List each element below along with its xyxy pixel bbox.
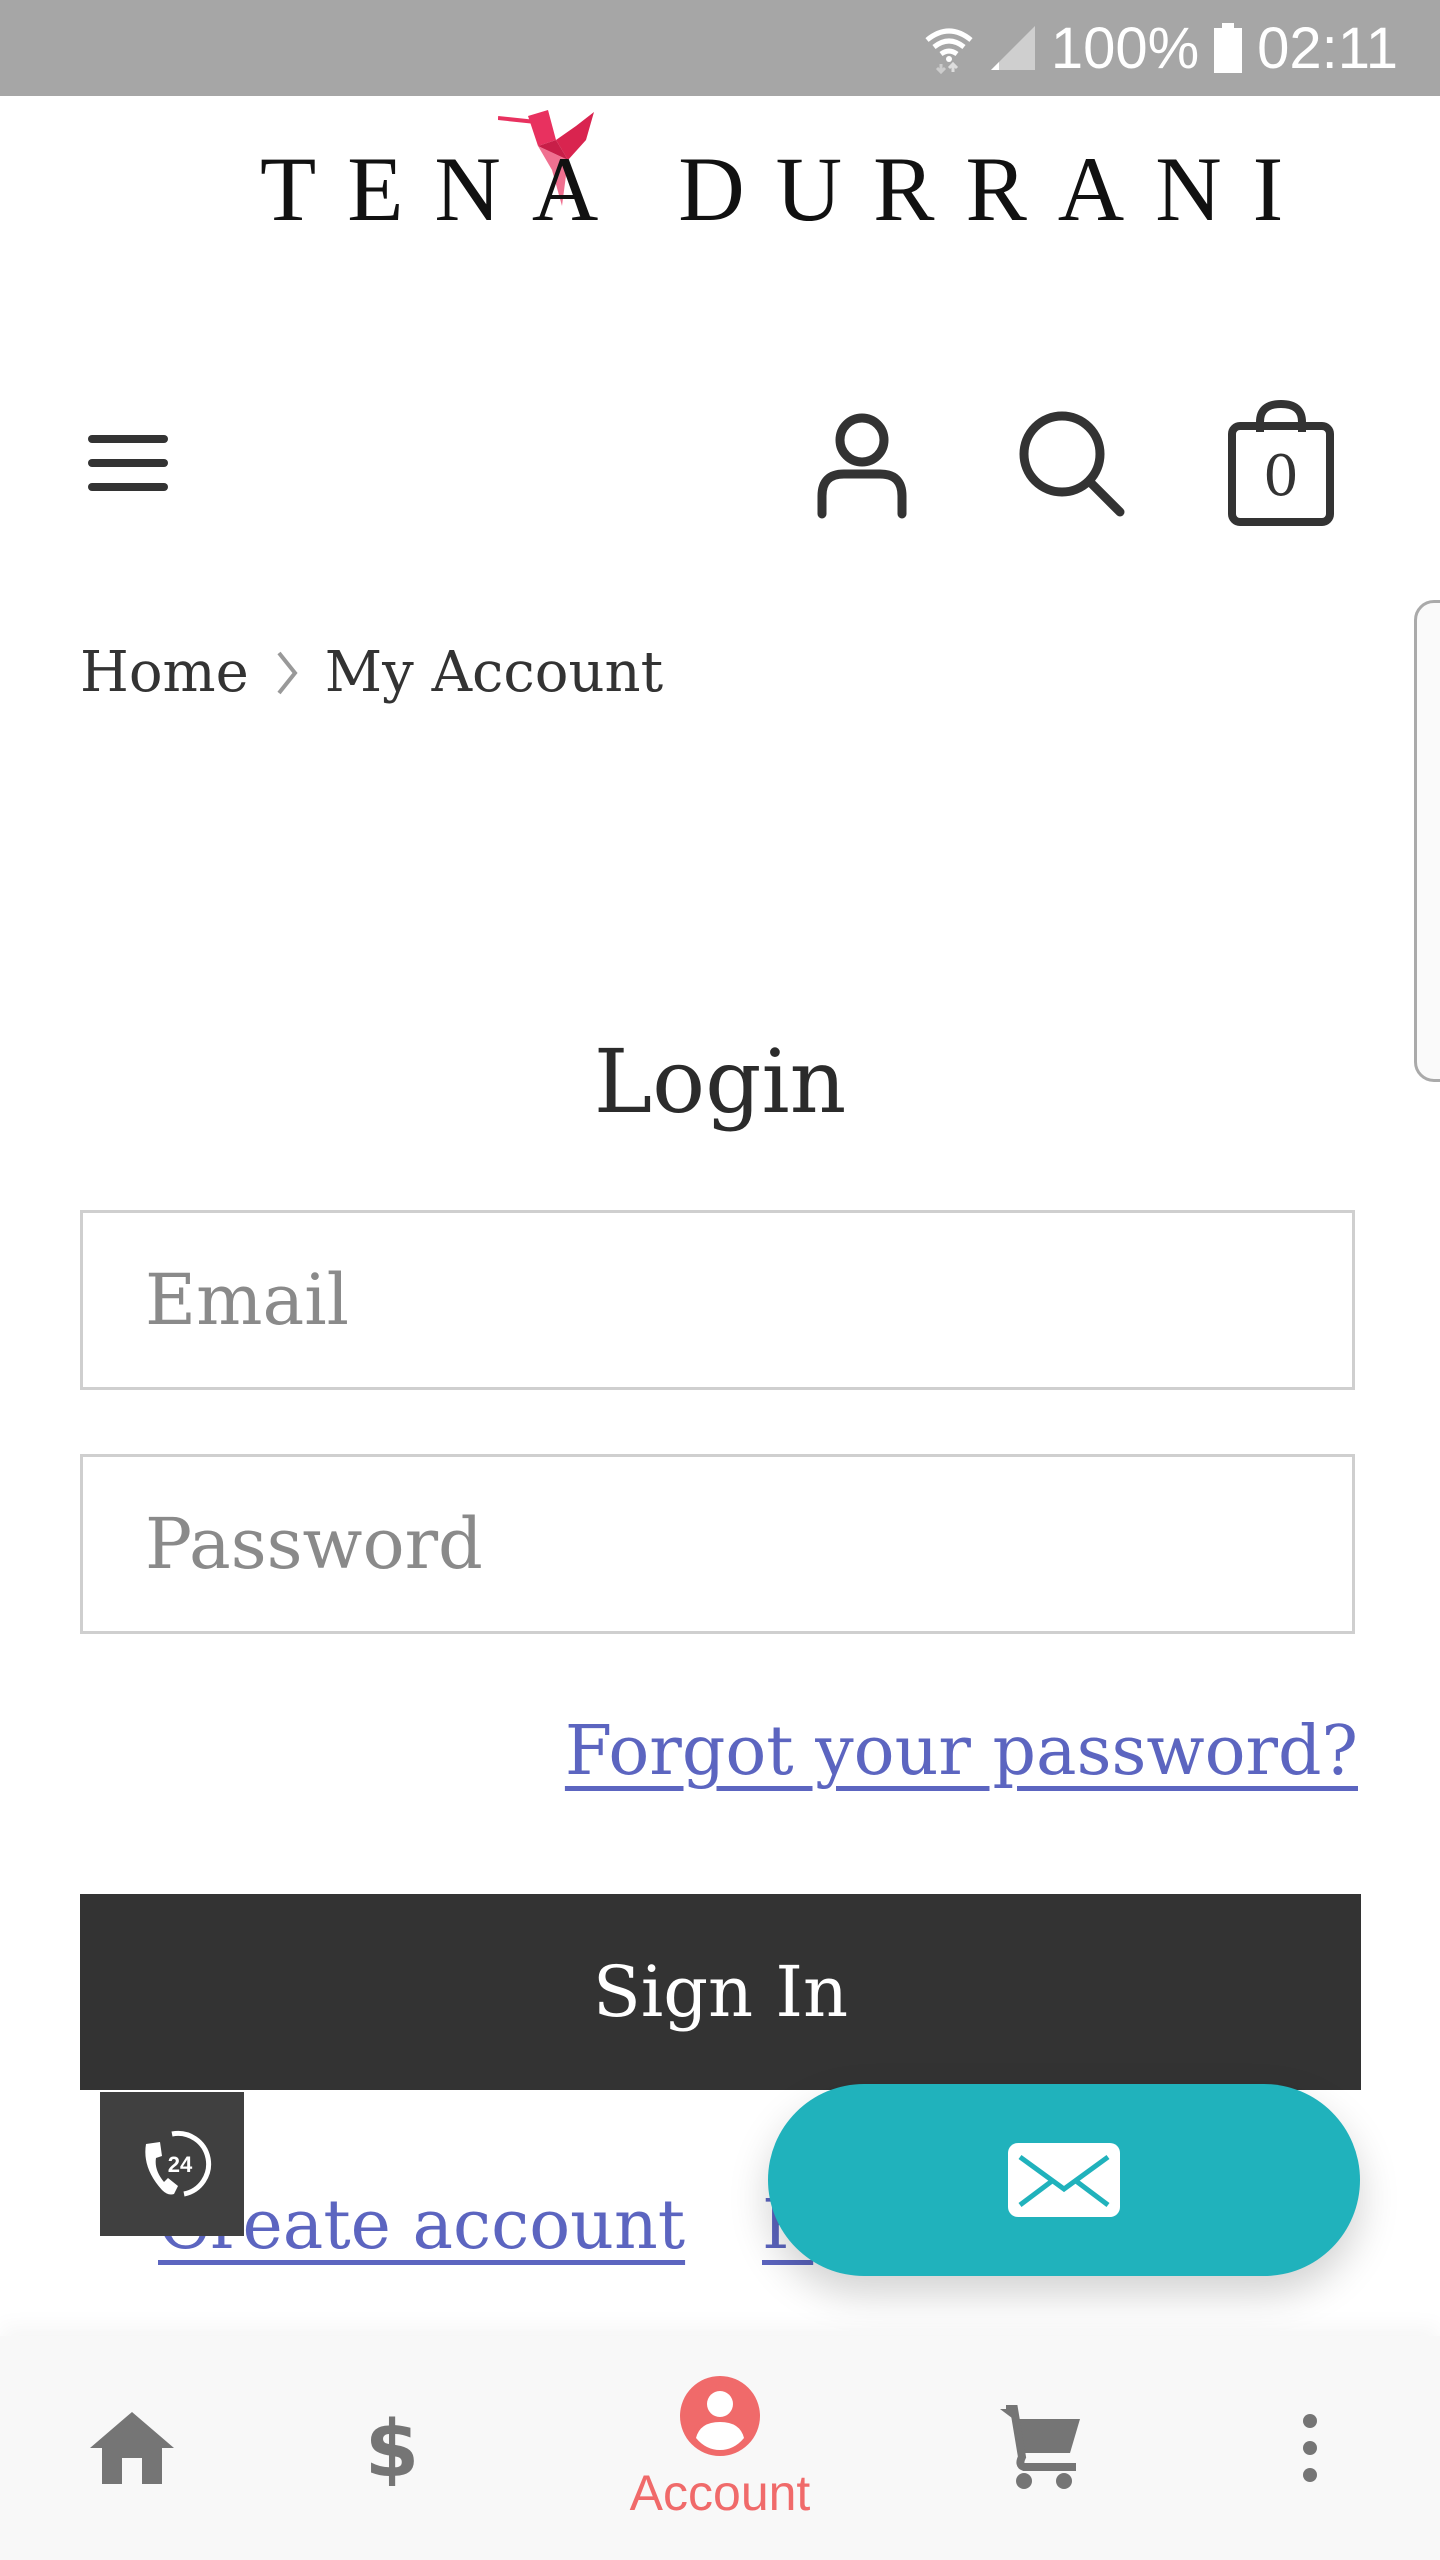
nav-more[interactable] [1280, 2336, 1340, 2560]
home-icon [90, 2412, 174, 2484]
cart-icon [1000, 2405, 1080, 2489]
side-drawer-handle[interactable] [1414, 600, 1440, 1082]
status-bar: 100% 02:11 [0, 0, 1440, 96]
account-circle-icon [680, 2376, 760, 2456]
cart-count: 0 [1263, 444, 1299, 509]
email-field[interactable] [80, 1210, 1355, 1390]
account-icon[interactable] [812, 410, 912, 524]
nav-pricing[interactable]: $ [350, 2336, 434, 2560]
mail-icon [1008, 2143, 1120, 2217]
brand-name: TENA DURRANI [260, 138, 1315, 240]
breadcrumb-home[interactable]: Home [80, 640, 249, 705]
sign-in-button[interactable]: Sign In [80, 1894, 1361, 2090]
search-icon[interactable] [1018, 410, 1128, 524]
breadcrumb: Home My Account [80, 640, 663, 705]
call-support-button[interactable]: 24 [100, 2092, 244, 2236]
call-badge-text: 24 [168, 2152, 193, 2177]
status-icons: 100% 02:11 [923, 0, 1398, 96]
brand-logo[interactable]: TENA DURRANI [260, 108, 1283, 240]
nav-cart[interactable] [996, 2336, 1086, 2560]
nav-home[interactable] [80, 2336, 184, 2560]
site-header: 0 [0, 390, 1440, 530]
chevron-right-icon [277, 651, 298, 694]
nav-account[interactable]: Account [600, 2336, 840, 2560]
signal-icon [990, 26, 1035, 70]
bottom-navigation: $ Account [0, 2336, 1440, 2560]
wifi-icon [925, 28, 973, 74]
cart-bag-icon[interactable]: 0 [1226, 399, 1336, 530]
battery-icon [1214, 23, 1243, 73]
more-vertical-icon [1303, 2414, 1317, 2482]
page-title: Login [593, 1030, 847, 1133]
phone-24-icon: 24 [145, 2130, 212, 2197]
clock: 02:11 [1257, 15, 1398, 81]
nav-account-label: Account [629, 2465, 811, 2521]
menu-icon[interactable] [88, 435, 168, 491]
forgot-password-link[interactable]: Forgot your password? [565, 1712, 1358, 1791]
dollar-icon: $ [367, 2410, 417, 2486]
svg-text:$: $ [367, 2410, 417, 2486]
battery-percent: 100% [1050, 15, 1200, 81]
password-field[interactable] [80, 1454, 1355, 1634]
breadcrumb-current: My Account [324, 640, 664, 705]
contact-mail-button[interactable] [768, 2084, 1360, 2276]
